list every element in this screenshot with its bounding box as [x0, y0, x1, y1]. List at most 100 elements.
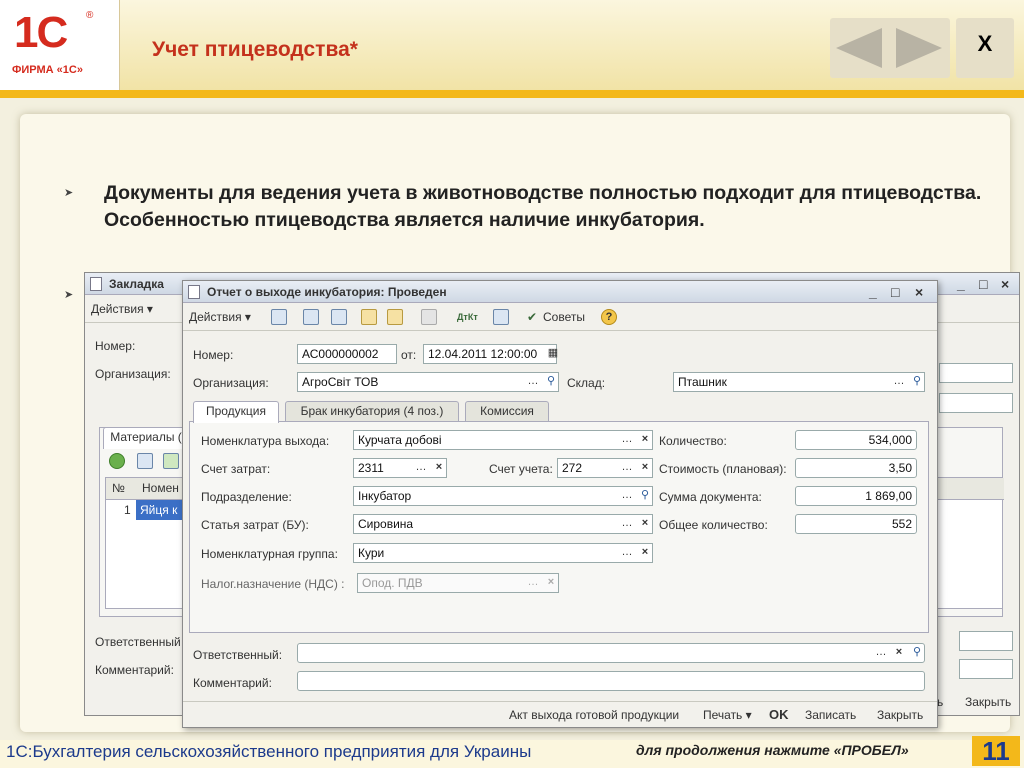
minimize-icon[interactable]: _	[957, 273, 965, 295]
next-slide-icon[interactable]	[896, 28, 942, 68]
copy-icon[interactable]	[137, 453, 153, 469]
print-button[interactable]: Печать ▾	[703, 708, 752, 722]
select-icon[interactable]: …	[525, 373, 541, 391]
division-field[interactable]: Інкубатор	[353, 486, 653, 506]
window-titlebar: Отчет о выходе инкубатория: Проведен _ □…	[183, 281, 937, 303]
date-field[interactable]: 12.04.2011 12:00:00	[423, 344, 557, 364]
search-icon[interactable]: ⚲	[909, 644, 925, 662]
quantity-label: Количество:	[659, 434, 727, 448]
output-nomenclature-field[interactable]: Курчата добові	[353, 430, 653, 450]
enter-based-on-icon[interactable]	[361, 309, 377, 325]
previous-slide-icon[interactable]	[836, 28, 882, 68]
tab-incubator-defects[interactable]: Брак инкубатория (4 поз.)	[285, 401, 459, 421]
maximize-icon[interactable]: □	[979, 273, 987, 295]
structure-icon[interactable]	[387, 309, 403, 325]
close-button[interactable]: X	[956, 18, 1014, 78]
tab-products[interactable]: Продукция	[193, 401, 279, 423]
clear-icon[interactable]: ×	[431, 459, 447, 477]
select-icon[interactable]: …	[619, 544, 635, 562]
comment-field[interactable]	[297, 671, 925, 691]
total-quantity-label: Общее количество:	[659, 518, 768, 532]
logo: 1С ® ФИРМА «1С»	[0, 0, 120, 90]
footer-hint: для продолжения нажмите «ПРОБЕЛ»	[636, 742, 909, 758]
output-nomenclature-label: Номенклатура выхода:	[201, 434, 330, 448]
clear-icon[interactable]: ×	[543, 574, 559, 592]
act-button[interactable]: Акт выхода готовой продукции	[509, 708, 679, 722]
document-sum-label: Сумма документа:	[659, 490, 762, 504]
advices-icon[interactable]: ✔	[527, 308, 537, 326]
select-icon[interactable]: …	[619, 459, 635, 477]
col-number: №	[112, 481, 125, 495]
ok-button[interactable]: OK	[769, 707, 789, 722]
select-icon[interactable]: …	[873, 644, 889, 662]
search-icon[interactable]: ⚲	[909, 373, 925, 391]
logo-registered: ®	[86, 10, 94, 21]
page-number: 11	[972, 736, 1020, 766]
cost-item-field[interactable]: Сировина	[353, 514, 653, 534]
select-icon[interactable]: …	[619, 431, 635, 449]
tax-purpose-label: Налог.назначение (НДС) :	[201, 577, 345, 591]
col-nomenclature: Номен	[142, 481, 179, 495]
back-org-field[interactable]	[939, 363, 1013, 383]
window-toolbar: Действия ▾ ДтКт ✔ Советы ?	[183, 303, 937, 331]
number-field[interactable]: АС000000002	[297, 344, 397, 364]
dtkt-button[interactable]: ДтКт	[457, 308, 478, 326]
organization-field[interactable]: АгроСвіт ТОВ	[297, 372, 559, 392]
quantity-field[interactable]: 534,000	[795, 430, 917, 450]
actions-menu[interactable]: Действия ▾	[189, 308, 251, 326]
actions-menu[interactable]: Действия ▾	[91, 300, 153, 318]
slide-header: 1С ® ФИРМА «1С» Учет птицеводства* X	[0, 0, 1024, 98]
responsible-label: Ответственный:	[193, 648, 283, 662]
back-comment-field[interactable]	[959, 659, 1013, 679]
add-icon[interactable]	[109, 453, 125, 469]
help-icon[interactable]: ?	[601, 309, 617, 325]
calendar-icon[interactable]: ▦	[545, 345, 561, 363]
search-icon[interactable]: ⚲	[543, 373, 559, 391]
select-icon[interactable]: …	[619, 515, 635, 533]
organization-label: Организация:	[95, 367, 171, 381]
back-responsible-field[interactable]	[959, 631, 1013, 651]
close-icon[interactable]: ×	[915, 281, 923, 303]
divider	[183, 701, 937, 702]
tree-structure-icon[interactable]	[493, 309, 509, 325]
organization-label: Организация:	[193, 376, 269, 390]
close-icon[interactable]: ×	[1001, 273, 1009, 295]
window-title: Отчет о выходе инкубатория: Проведен	[207, 285, 447, 299]
tab-commission[interactable]: Комиссия	[465, 401, 549, 421]
post-icon[interactable]	[271, 309, 287, 325]
clear-icon[interactable]: ×	[637, 431, 653, 449]
comment-label: Комментарий:	[95, 663, 174, 677]
logo-firm-name: ФИРМА «1С»	[12, 64, 83, 76]
attach-icon[interactable]	[421, 309, 437, 325]
close-window-button[interactable]: Закрыть	[877, 708, 923, 722]
total-quantity-field[interactable]: 552	[795, 514, 917, 534]
back-warehouse-field[interactable]	[939, 393, 1013, 413]
minimize-icon[interactable]: _	[869, 281, 877, 303]
clear-icon[interactable]: ×	[891, 644, 907, 662]
document-sum-field[interactable]: 1 869,00	[795, 486, 917, 506]
nomenclature-group-field[interactable]: Кури	[353, 543, 653, 563]
edit-icon[interactable]	[163, 453, 179, 469]
refresh-icon[interactable]	[331, 309, 347, 325]
view-icon[interactable]	[303, 309, 319, 325]
select-icon[interactable]: …	[619, 487, 635, 505]
warehouse-field[interactable]: Пташник	[673, 372, 925, 392]
bullet-marker-icon: ➤	[64, 187, 74, 199]
maximize-icon[interactable]: □	[891, 281, 899, 303]
responsible-field[interactable]	[297, 643, 925, 663]
clear-icon[interactable]: ×	[637, 515, 653, 533]
select-icon[interactable]: …	[413, 459, 429, 477]
save-button[interactable]: Записать	[805, 708, 856, 722]
planned-cost-field[interactable]: 3,50	[795, 458, 917, 478]
select-icon[interactable]: …	[525, 574, 541, 592]
nomenclature-group-label: Номенклатурная группа:	[201, 547, 338, 561]
search-icon[interactable]: ⚲	[637, 487, 653, 505]
tab-materials[interactable]: Материалы (	[103, 427, 189, 449]
clear-icon[interactable]: ×	[637, 459, 653, 477]
back-close-button[interactable]: Закрыть	[965, 695, 1011, 709]
row-number: 1	[124, 503, 131, 517]
advices-button[interactable]: Советы	[543, 308, 585, 326]
clear-icon[interactable]: ×	[637, 544, 653, 562]
select-icon[interactable]: …	[891, 373, 907, 391]
comment-label: Комментарий:	[193, 676, 272, 690]
